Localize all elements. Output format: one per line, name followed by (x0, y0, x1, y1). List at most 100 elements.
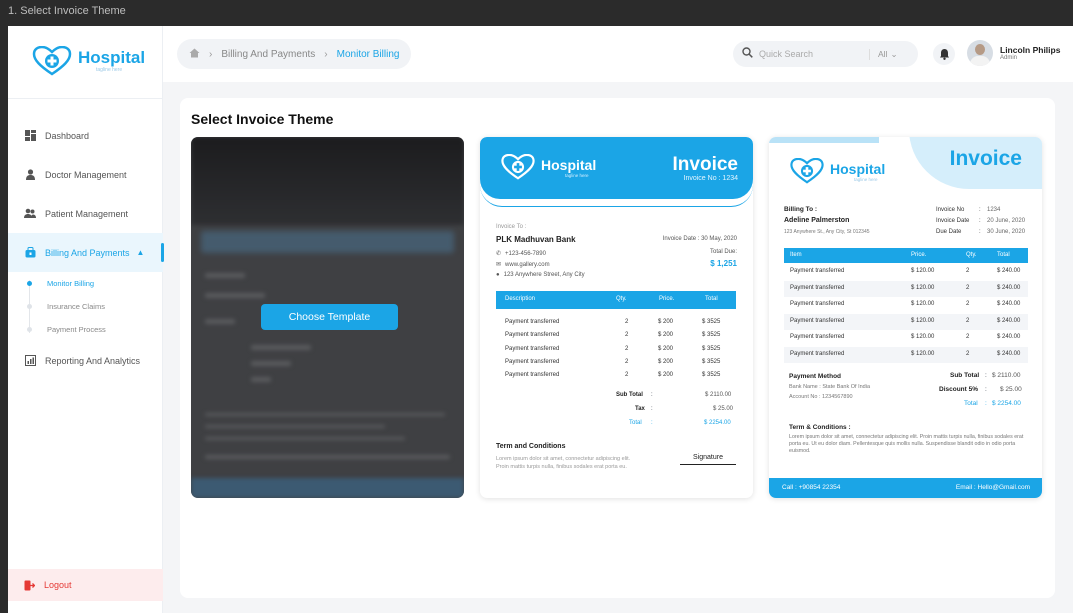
subtotal-value: $ 2110.00 (992, 372, 1021, 379)
invoice-logo: Hospital tagline here (500, 154, 596, 180)
user-profile[interactable]: Lincoln Philips Admin (967, 40, 1060, 66)
brand-name: Hospital (78, 48, 146, 67)
colon: : (979, 207, 981, 213)
contact-web: ✉ www.gallery.com (496, 261, 550, 269)
table-cell: $ 3525 (702, 372, 721, 378)
sidebar-item-label: Reporting And Analytics (45, 355, 141, 366)
choose-template-button[interactable]: Choose Template (261, 304, 398, 330)
logout-button[interactable]: Logout (8, 569, 163, 601)
table-cell: Payment transferred (505, 372, 560, 378)
table-cell: $ 120.00 (911, 334, 935, 340)
search-scope-dropdown[interactable]: All ⌄ (869, 48, 898, 60)
template-preview-blurred (251, 345, 311, 350)
top-header: › Billing And Payments › Monitor Billing… (163, 26, 1073, 82)
table-cell: $ 120.00 (911, 351, 935, 357)
active-dot-icon (27, 281, 32, 286)
sidebar-item-label: Doctor Management (45, 169, 127, 180)
template-preview-blurred (205, 413, 445, 416)
table-cell: $ 120.00 (911, 301, 935, 307)
chevron-down-icon: ⌄ (890, 48, 898, 59)
sidebar-item-billing-and-payments[interactable]: Billing And Payments ▲ (8, 233, 164, 272)
submenu-item-monitor-billing[interactable]: Monitor Billing (27, 272, 163, 295)
colon: : (651, 420, 653, 426)
submenu-item-label: Monitor Billing (47, 279, 95, 288)
template-preview-blurred (205, 437, 405, 440)
sidebar-nav: Dashboard Doctor Management Patient Mana… (8, 116, 164, 380)
table-cell: 2 (966, 334, 970, 340)
home-icon[interactable] (189, 48, 200, 61)
template-preview-blurred (191, 478, 464, 498)
terms-body: Lorem ipsum dolor sit amet, connectetur … (789, 434, 1024, 454)
discount-value: $ 25.00 (1000, 386, 1022, 393)
column-header: Total (705, 296, 718, 302)
contact-phone: ✆ +123-456-7890 (496, 250, 546, 258)
sidebar-item-label: Patient Management (45, 208, 129, 219)
sidebar: Hospital tagline here Dashboard Doctor M… (8, 26, 164, 613)
subtotal-value: $ 2110.00 (705, 392, 732, 398)
invoice-client: PLK Madhuvan Bank (496, 235, 576, 244)
table-cell: Payment transferred (790, 334, 845, 340)
billing-submenu: Monitor Billing Insurance Claims Payment… (8, 272, 163, 341)
meta-label: Invoice Date (936, 218, 970, 224)
sidebar-item-patient-management[interactable]: Patient Management (8, 194, 163, 233)
invoice-template-card-2[interactable]: Hospital tagline here Invoice Invoice No… (480, 137, 753, 498)
template-preview-blurred (251, 361, 291, 366)
meta-label: Due Date (936, 229, 962, 235)
sidebar-divider (8, 98, 163, 99)
chevron-up-icon[interactable]: ▲ (137, 248, 145, 257)
table-cell: $ 200 (658, 372, 674, 378)
column-header: Description (505, 296, 536, 302)
table-cell: Payment transferred (505, 346, 560, 352)
sidebar-item-reporting-and-analytics[interactable]: Reporting And Analytics (8, 341, 163, 380)
table-row: Payment transferred 2 $ 200 $ 3525 (496, 359, 736, 372)
column-header: Qty. (966, 252, 977, 258)
search-input[interactable] (759, 49, 869, 59)
invoice-template-card-3[interactable]: Invoice Hospital tagline here Billing To… (769, 137, 1042, 498)
table-cell: 2 (625, 332, 629, 338)
table-cell: $ 3525 (702, 346, 721, 352)
submenu-item-label: Insurance Claims (47, 302, 105, 311)
table-cell: Payment transferred (790, 318, 845, 324)
hospital-logo[interactable]: Hospital tagline here (32, 46, 145, 76)
template-preview-blurred (205, 319, 235, 324)
signature-line: Signature (680, 454, 736, 465)
meta-value: 1234 (987, 207, 1001, 213)
breadcrumb-item[interactable]: Billing And Payments (221, 49, 315, 60)
billing-address: 123 Anywhere St., Any City, St 012345 (784, 229, 870, 235)
sidebar-item-label: Billing And Payments (45, 247, 130, 258)
table-row: Payment transferred 2 $ 200 $ 3525 (496, 332, 736, 345)
sidebar-item-dashboard[interactable]: Dashboard (8, 116, 163, 155)
table-cell: Payment transferred (505, 359, 560, 365)
notification-button[interactable] (933, 43, 955, 65)
table-row: Payment transferred $ 120.00 2 $ 240.00 (784, 330, 1028, 346)
invoice-date: Invoice Date : 30 May, 2020 (662, 236, 737, 242)
discount-label: Discount 5% (939, 386, 979, 393)
table-cell: $ 240.00 (997, 351, 1021, 357)
invoice-logo: Hospital tagline here (789, 158, 885, 184)
total-label: Total (964, 400, 978, 407)
decorative-strip (769, 137, 879, 143)
sidebar-item-doctor-management[interactable]: Doctor Management (8, 155, 163, 194)
dot-icon (27, 304, 32, 309)
table-cell: 2 (625, 319, 629, 325)
invoice-footer: Call : +90854 22354 Email : Hello@Gmail.… (769, 478, 1042, 498)
account-number: Account No : 1234567890 (789, 394, 853, 400)
submenu-item-insurance-claims[interactable]: Insurance Claims (27, 295, 163, 318)
table-cell: 2 (625, 359, 629, 365)
table-cell: $ 3525 (702, 332, 721, 338)
web-text: www.gallery.com (505, 261, 550, 268)
submenu-item-payment-process[interactable]: Payment Process (27, 318, 163, 341)
logout-label: Logout (44, 580, 72, 590)
location-icon: ● (496, 272, 500, 278)
breadcrumb-current: Monitor Billing (336, 48, 400, 60)
sidebar-item-label: Dashboard (45, 130, 90, 141)
table-cell: $ 120.00 (911, 318, 935, 324)
invoice-template-card-1[interactable]: Choose Template (191, 137, 464, 498)
terms-title: Term & Conditions : (789, 424, 851, 431)
meta-value: 30 June, 2020 (987, 229, 1026, 235)
table-row: Payment transferred 2 $ 200 $ 3525 (496, 372, 736, 385)
table-cell: $ 120.00 (911, 285, 935, 291)
chevron-right-icon: › (209, 48, 213, 60)
logout-icon (24, 580, 35, 591)
table-cell: $ 240.00 (997, 334, 1021, 340)
